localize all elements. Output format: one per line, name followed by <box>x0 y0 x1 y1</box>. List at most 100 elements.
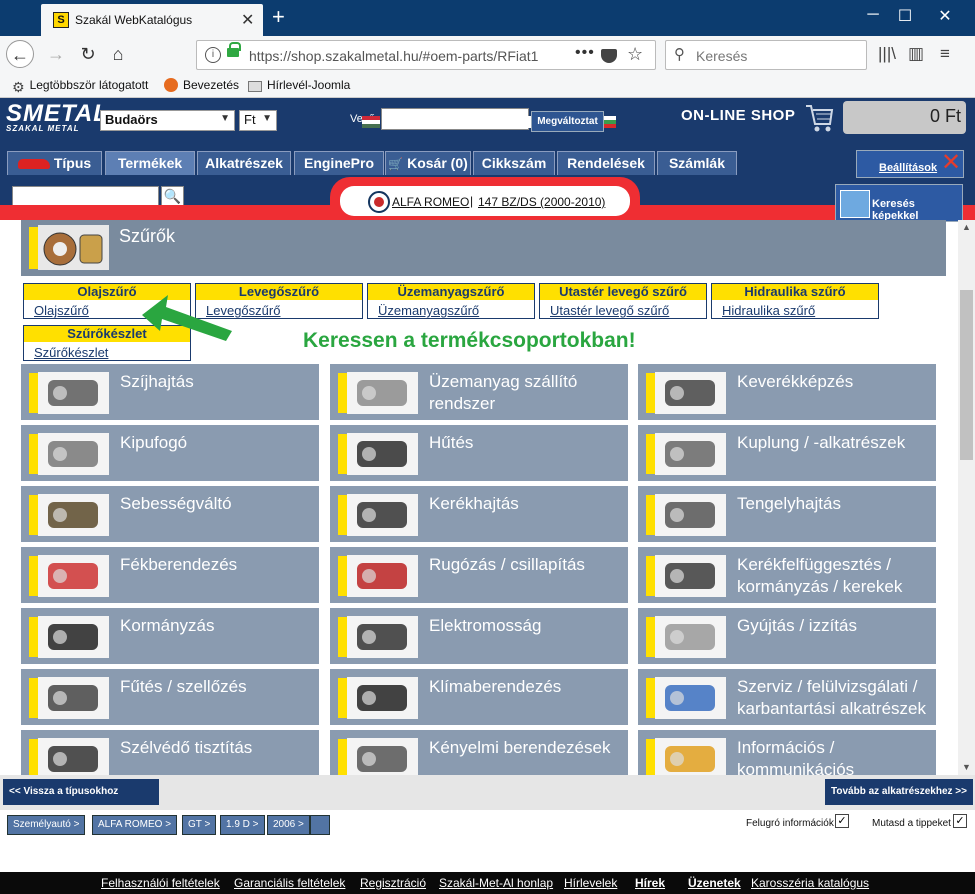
close-window-icon[interactable]: ✕ <box>930 6 960 26</box>
category-item[interactable]: Szerviz / felülvizsgálati / karbantartás… <box>638 669 936 725</box>
crumb-model[interactable]: GT > <box>182 815 217 835</box>
bookmark-intro[interactable]: Bevezetés <box>164 78 239 92</box>
sidebar-icon[interactable]: ▥ <box>908 44 924 64</box>
filter-link[interactable]: Szűrőkészlet <box>34 345 108 360</box>
page-actions-icon[interactable]: ••• <box>575 44 595 62</box>
menu-icon[interactable]: ≡ <box>940 44 950 64</box>
bookmark-star-icon[interactable]: ☆ <box>627 44 643 65</box>
category-item[interactable]: Klímaberendezés <box>330 669 628 725</box>
change-button[interactable]: Megváltoztat <box>531 111 604 132</box>
footer-link[interactable]: Üzenetek <box>688 876 741 890</box>
footer-link[interactable]: Hírlevelek <box>564 876 617 890</box>
show-tips-checkbox[interactable]: ✓ <box>953 814 967 828</box>
url-text[interactable]: https://shop.szakalmetal.hu/#oem-parts/R… <box>249 48 539 64</box>
popup-info-label: Felugró információk <box>746 818 834 829</box>
minimize-icon[interactable]: ─ <box>858 6 888 24</box>
scroll-down-icon[interactable]: ▼ <box>958 762 975 772</box>
forward-icon[interactable]: → <box>42 40 70 68</box>
scrollbar-thumb[interactable] <box>960 290 973 460</box>
maximize-icon[interactable]: ☐ <box>890 6 920 26</box>
crumb-end[interactable] <box>310 815 330 835</box>
reload-icon[interactable]: ↻ <box>74 40 102 68</box>
tab-cikkszam[interactable]: Cikkszám <box>473 151 555 175</box>
pocket-icon[interactable] <box>601 49 617 63</box>
green-arrow-icon <box>142 295 232 341</box>
home-icon[interactable]: ⌂ <box>104 40 132 68</box>
footer-link[interactable]: Felhasználói feltételek <box>101 876 220 890</box>
breadcrumb-brand[interactable]: ALFA ROMEO <box>392 195 469 209</box>
category-item[interactable]: Kuplung / -alkatrészek <box>638 425 936 481</box>
category-item[interactable]: Üzemanyag szállító rendszer <box>330 364 628 420</box>
filter-link[interactable]: Hidraulika szűrő <box>722 303 815 318</box>
brake-disc-icon <box>38 555 109 597</box>
category-item[interactable]: Szíjhajtás <box>21 364 319 420</box>
popup-info-checkbox[interactable]: ✓ <box>835 814 849 828</box>
tab-termekek[interactable]: Termékek <box>105 151 195 175</box>
footer-link[interactable]: Hírek <box>635 876 665 890</box>
image-search-button[interactable]: Keresés képekkel <box>835 184 963 222</box>
footer-link[interactable]: Karosszéria katalógus <box>751 876 869 890</box>
back-icon[interactable]: ← <box>6 40 34 68</box>
browser-search-box[interactable]: ⚲ Keresés <box>665 40 867 70</box>
customer-input[interactable] <box>381 108 529 130</box>
back-to-types-button[interactable]: << Vissza a típusokhoz <box>3 779 159 821</box>
shopping-cart-icon[interactable] <box>804 100 834 134</box>
category-item[interactable]: Kormányzás <box>21 608 319 664</box>
site-search-button[interactable]: 🔍 <box>161 186 184 207</box>
footer-link[interactable]: Szakál-Met-Al honlap <box>439 876 553 890</box>
filter-link[interactable]: Utastér levegő szűrő <box>550 303 669 318</box>
bookmark-newsletter[interactable]: Hírlevél-Joomla <box>248 78 350 92</box>
section-title: Szűrők <box>119 226 176 246</box>
address-bar[interactable]: i https://shop.szakalmetal.hu/#oem-parts… <box>196 40 656 70</box>
footer-link[interactable]: Garanciális feltételek <box>234 876 345 890</box>
crumb-engine[interactable]: 1.9 D > <box>220 815 265 835</box>
crumb-year[interactable]: 2006 > <box>267 815 310 835</box>
suspension-icon <box>655 555 726 597</box>
close-tab-icon[interactable]: ✕ <box>241 10 254 30</box>
axle-shaft-icon <box>655 494 726 536</box>
yellow-marker <box>646 373 655 413</box>
online-shop-label: ON-LINE SHOP <box>681 107 796 124</box>
forward-to-parts-button[interactable]: Tovább az alkatrészekhez >> <box>825 779 973 805</box>
breadcrumb-model[interactable]: 147 BZ/DS (2000-2010) <box>478 195 605 209</box>
category-item[interactable]: Hűtés <box>330 425 628 481</box>
bookmark-most-visited[interactable]: ⚙ Legtöbbször látogatott <box>12 78 148 95</box>
filter-link[interactable]: Olajszűrő <box>34 303 89 318</box>
tab-tipus[interactable]: Típus <box>7 151 102 175</box>
category-item[interactable]: Kerékfelfüggesztés / kormányzás / kereke… <box>638 547 936 603</box>
tab-title: Szakál WebKatalógus <box>75 13 193 27</box>
category-item[interactable]: Kerékhajtás <box>330 486 628 542</box>
tab-enginepro[interactable]: EnginePro <box>294 151 384 175</box>
crumb-brand[interactable]: ALFA ROMEO > <box>92 815 178 835</box>
tab-rendelesek[interactable]: Rendelések <box>557 151 655 175</box>
location-select[interactable]: Budaörs ▼ <box>100 110 235 131</box>
crumb-category[interactable]: Személyautó > <box>7 815 86 835</box>
new-tab-icon[interactable]: + <box>272 4 285 30</box>
category-item[interactable]: Fűtés / szellőzés <box>21 669 319 725</box>
filter-link[interactable]: Üzemanyagszűrő <box>378 303 479 318</box>
hungarian-flag-icon[interactable] <box>362 116 380 128</box>
category-item[interactable]: Fékberendezés <box>21 547 319 603</box>
category-item[interactable]: Kipufogó <box>21 425 319 481</box>
category-item[interactable]: Gyújtás / izzítás <box>638 608 936 664</box>
info-icon[interactable]: i <box>205 47 221 63</box>
category-item[interactable]: Rugózás / csillapítás <box>330 547 628 603</box>
category-item[interactable]: Keverékképzés <box>638 364 936 420</box>
category-item[interactable]: Elektromosság <box>330 608 628 664</box>
filter-title: Üzemanyagszűrő <box>368 284 534 300</box>
library-icon[interactable]: |||\ <box>878 44 896 64</box>
site-search-input[interactable] <box>12 186 159 207</box>
tab-alkatreszek[interactable]: Alkatrészek <box>197 151 291 175</box>
currency-select[interactable]: Ft ▼ <box>239 110 277 131</box>
settings-button[interactable]: Beállítások ✕ <box>856 149 964 178</box>
scroll-up-icon[interactable]: ▲ <box>958 222 975 232</box>
gear-icon: ⚙ <box>12 79 25 95</box>
category-item[interactable]: Tengelyhajtás <box>638 486 936 542</box>
category-item[interactable]: Sebességváltó <box>21 486 319 542</box>
footer-link[interactable]: Regisztráció <box>360 876 426 890</box>
bulgarian-flag-icon[interactable] <box>604 116 616 128</box>
browser-tab[interactable]: S Szakál WebKatalógus ✕ <box>41 4 263 36</box>
tab-szamlak[interactable]: Számlák <box>657 151 737 175</box>
tab-kosar[interactable]: 🛒 Kosár (0) <box>385 151 471 175</box>
chevron-down-icon: ▼ <box>220 113 230 124</box>
